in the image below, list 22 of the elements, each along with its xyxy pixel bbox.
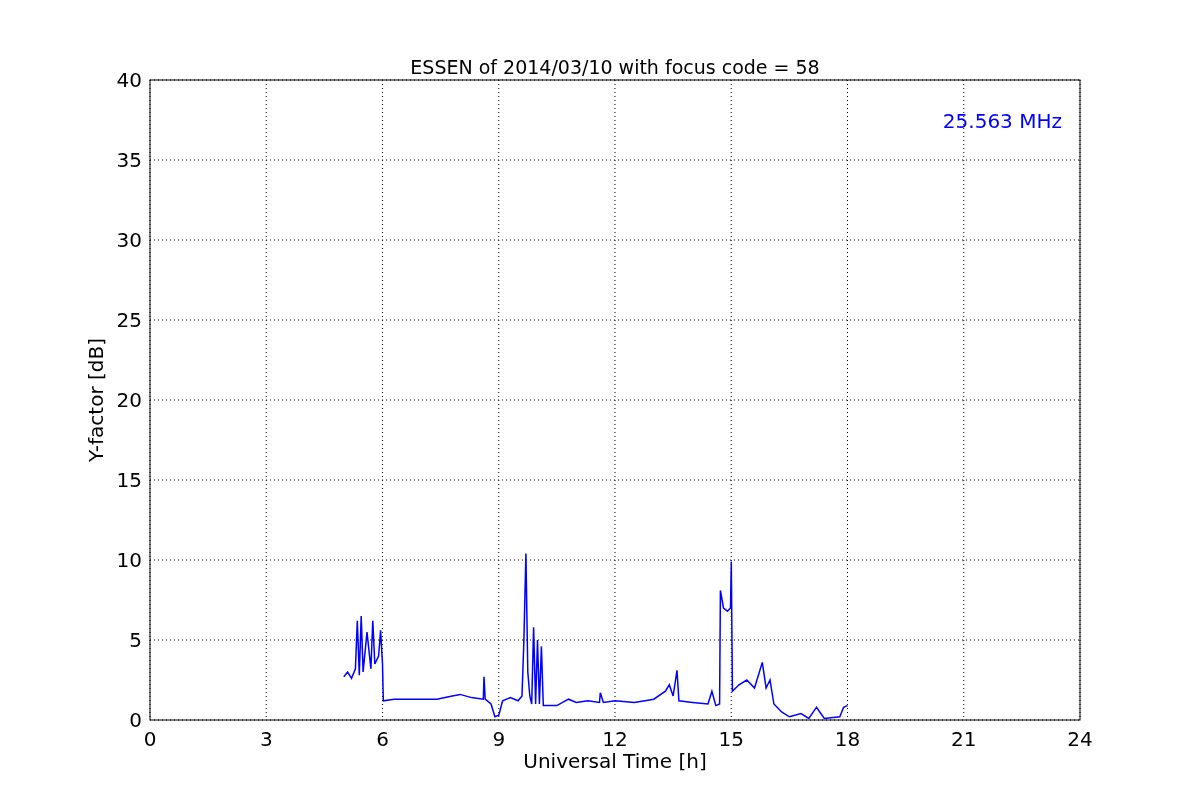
tick-label: 6 <box>376 727 389 751</box>
axis-label: Universal Time [h] <box>523 749 707 773</box>
series-label: 25.563 MHz <box>942 109 1062 133</box>
tick-label: 24 <box>1067 727 1093 751</box>
tick-label: 30 <box>116 228 142 252</box>
tick-label: 25 <box>116 308 142 332</box>
tick-label: 40 <box>116 68 142 92</box>
tick-label: 15 <box>718 727 744 751</box>
tick-label: 0 <box>129 708 142 732</box>
chart-title: ESSEN of 2014/03/10 with focus code = 58 <box>410 56 820 78</box>
tick-label: 20 <box>116 388 142 412</box>
tick-label: 10 <box>116 548 142 572</box>
tick-label: 21 <box>951 727 977 751</box>
tick-label: 3 <box>259 727 273 751</box>
tick-label: 18 <box>834 727 861 751</box>
tick-label: 5 <box>129 628 142 652</box>
tick-label: 9 <box>492 727 506 751</box>
tick-label: 15 <box>116 468 142 492</box>
tick-label: 35 <box>116 148 142 172</box>
axis-label: Y-factor [dB] <box>84 338 108 462</box>
tick-label: 0 <box>143 727 157 751</box>
tick-label: 12 <box>602 727 628 751</box>
